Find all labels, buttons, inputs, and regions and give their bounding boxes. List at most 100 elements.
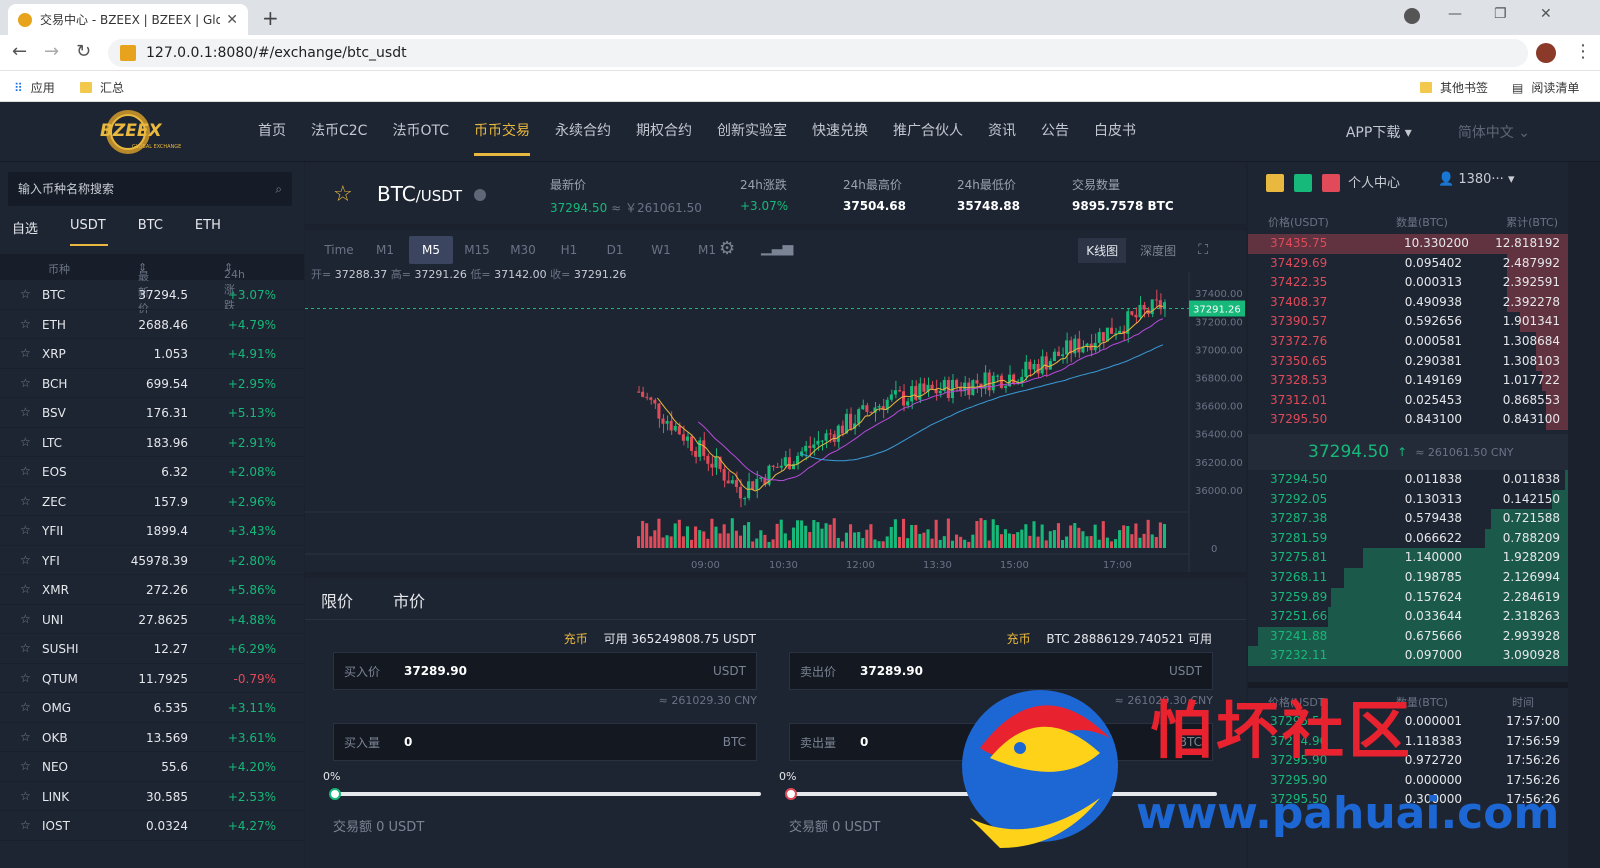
site-info-icon[interactable] <box>120 45 136 61</box>
market-row[interactable]: ☆ XMR 272.26 +5.86% <box>0 575 304 605</box>
bids-row[interactable]: 37259.89 0.157624 2.284619 <box>1248 587 1568 608</box>
search-icon[interactable]: ⌕ <box>275 182 282 197</box>
indicator-icon[interactable]: ▁▃▅ <box>761 240 793 256</box>
nav-item[interactable]: 快速兑换 <box>812 102 868 162</box>
favorite-star-icon[interactable]: ☆ <box>20 641 31 655</box>
market-row[interactable]: ☆ SUSHI 12.27 +6.29% <box>0 634 304 664</box>
market-row[interactable]: ☆ OKB 13.569 +3.61% <box>0 723 304 752</box>
nav-item[interactable]: 首页 <box>258 102 286 162</box>
asks-row[interactable]: 37408.37 0.490938 2.392278 <box>1248 292 1568 313</box>
favorite-star-icon[interactable]: ☆ <box>20 464 31 478</box>
favorite-star-icon[interactable]: ☆ <box>20 671 31 685</box>
nav-item[interactable]: 永续合约 <box>555 102 611 162</box>
bids-row[interactable]: 37294.50 0.011838 0.011838 <box>1248 470 1568 490</box>
book-both-icon[interactable] <box>1266 174 1284 192</box>
favorite-star-icon[interactable]: ☆ <box>20 700 31 714</box>
market-row[interactable]: ☆ YFII 1899.4 +3.43% <box>0 516 304 546</box>
extension-icon[interactable] <box>1536 43 1556 63</box>
timeframe-button[interactable]: W1 <box>639 236 683 264</box>
nav-item[interactable]: 创新实验室 <box>717 102 787 162</box>
favorite-star-icon[interactable]: ☆ <box>20 553 31 567</box>
buy-price-field[interactable]: 买入价 37289.90 USDT <box>333 652 757 690</box>
buy-deposit-link[interactable]: 充币 <box>564 632 588 646</box>
timeframe-button[interactable]: H1 <box>547 236 591 264</box>
market-row[interactable]: ☆ ETH 2688.46 +4.79% <box>0 310 304 339</box>
bids-row[interactable]: 37281.59 0.066622 0.788209 <box>1248 528 1568 549</box>
favorite-star-icon[interactable]: ☆ <box>20 789 31 803</box>
market-row[interactable]: ☆ BSV 176.31 +5.13% <box>0 398 304 428</box>
nav-item[interactable]: 推广合伙人 <box>893 102 963 162</box>
nav-item[interactable]: 白皮书 <box>1094 102 1136 162</box>
nav-item[interactable]: 资讯 <box>988 102 1016 162</box>
market-row[interactable]: ☆ QTUM 11.7925 -0.79% <box>0 664 304 693</box>
favorite-star-icon[interactable]: ☆ <box>20 759 31 773</box>
profile-menu-icon[interactable] <box>1404 8 1420 24</box>
market-tab[interactable]: ETH <box>195 218 221 246</box>
app-download-link[interactable]: APP下载 ▾ <box>1346 122 1412 142</box>
market-row[interactable]: ☆ NEO 55.6 +4.20% <box>0 752 304 782</box>
nav-item[interactable]: 期权合约 <box>636 102 692 162</box>
favorite-star-icon[interactable]: ☆ <box>20 494 31 508</box>
new-tab-icon[interactable]: + <box>262 6 279 30</box>
browser-menu-icon[interactable]: ⋮ <box>1574 41 1592 62</box>
asks-row[interactable]: 37422.35 0.000313 2.392591 <box>1248 273 1568 293</box>
nav-item[interactable]: 币币交易 <box>474 102 530 162</box>
asks-row[interactable]: 37295.50 0.843100 0.843100 <box>1248 410 1568 430</box>
market-row[interactable]: ☆ BCH 699.54 +2.95% <box>0 369 304 398</box>
book-asks-icon[interactable] <box>1322 174 1340 192</box>
info-icon[interactable] <box>474 189 487 201</box>
market-tab[interactable]: 自选 <box>12 218 38 246</box>
reload-icon[interactable]: ↻ <box>76 41 91 62</box>
timeframe-button[interactable]: M1 <box>363 236 407 264</box>
favorite-star-icon[interactable]: ☆ <box>20 287 31 301</box>
col-price-sort[interactable]: 最新价 ⇕ <box>138 261 149 315</box>
favorite-star-icon[interactable]: ☆ <box>20 346 31 360</box>
sell-slider-knob[interactable] <box>785 788 797 800</box>
asks-row[interactable]: 37312.01 0.025453 0.868553 <box>1248 390 1568 411</box>
bids-row[interactable]: 37251.66 0.033644 2.318263 <box>1248 607 1568 627</box>
browser-tab[interactable]: 交易中心 - BZEEX | BZEEX | Glo ✕ <box>8 4 248 35</box>
nav-item[interactable]: 法币OTC <box>392 102 449 162</box>
nav-item[interactable]: 法币C2C <box>311 102 367 162</box>
timeframe-button[interactable]: Time <box>317 236 361 264</box>
market-row[interactable]: ☆ EOS 6.32 +2.08% <box>0 457 304 487</box>
asks-row[interactable]: 37328.53 0.149169 1.017722 <box>1248 371 1568 391</box>
market-row[interactable]: ☆ LINK 30.585 +2.53% <box>0 782 304 811</box>
favorite-star-icon[interactable]: ☆ <box>20 523 31 537</box>
coin-search[interactable]: ⌕ <box>8 172 292 206</box>
bzeex-logo[interactable]: BZEEX GLOBAL EXCHANGE <box>98 108 194 156</box>
other-bookmarks[interactable]: 其他书签 <box>1420 79 1488 96</box>
bookmark-folder-summary[interactable]: 汇总 <box>80 79 124 96</box>
bids-row[interactable]: 37268.11 0.198785 2.126994 <box>1248 567 1568 588</box>
url-input[interactable]: 127.0.0.1:8080/#/exchange/btc_usdt <box>108 39 1528 67</box>
asks-row[interactable]: 37390.57 0.592656 1.901341 <box>1248 312 1568 332</box>
apps-bookmark[interactable]: ⠿ 应用 <box>14 79 55 96</box>
market-row[interactable]: ☆ BTC 37294.5 +3.07% <box>0 280 304 310</box>
market-row[interactable]: ☆ LTC 183.96 +2.91% <box>0 428 304 457</box>
sell-deposit-link[interactable]: 充币 <box>1007 632 1031 646</box>
book-bids-icon[interactable] <box>1294 174 1312 192</box>
market-row[interactable]: ☆ YFI 45978.39 +2.80% <box>0 546 304 575</box>
chart-settings-icon[interactable]: ⚙ <box>719 238 735 259</box>
bids-row[interactable]: 37232.11 0.097000 3.090928 <box>1248 646 1568 666</box>
favorite-star-icon[interactable]: ☆ <box>20 376 31 390</box>
restore-icon[interactable]: ❐ <box>1494 6 1507 22</box>
depth-mode-button[interactable]: 深度图 <box>1132 238 1184 263</box>
asks-row[interactable]: 37429.69 0.095402 2.487992 <box>1248 253 1568 274</box>
favorite-star-icon[interactable]: ☆ <box>20 730 31 744</box>
bids-row[interactable]: 37292.05 0.130313 0.142150 <box>1248 489 1568 510</box>
market-row[interactable]: ☆ XRP 1.053 +4.91% <box>0 339 304 369</box>
market-row[interactable]: ☆ IOST 0.0324 +4.27% <box>0 811 304 841</box>
asks-row[interactable]: 37435.75 10.330200 12.818192 <box>1248 234 1568 254</box>
favorite-star-icon[interactable]: ☆ <box>20 317 31 331</box>
market-row[interactable]: ☆ ZEC 157.9 +2.96% <box>0 487 304 516</box>
bids-row[interactable]: 37275.81 1.140000 1.928209 <box>1248 548 1568 568</box>
favorite-star-icon[interactable]: ☆ <box>20 582 31 596</box>
candlestick-chart[interactable]: 37400.00 37200.00 37000.00 36800.00 36600.00… <box>305 272 1246 572</box>
bids-row[interactable]: 37241.88 0.675666 2.993928 <box>1248 626 1568 647</box>
back-icon[interactable]: ← <box>12 41 27 62</box>
close-tab-icon[interactable]: ✕ <box>226 12 238 28</box>
timeframe-button[interactable]: M30 <box>501 236 545 264</box>
forward-icon[interactable]: → <box>44 41 59 62</box>
nav-item[interactable]: 公告 <box>1041 102 1069 162</box>
